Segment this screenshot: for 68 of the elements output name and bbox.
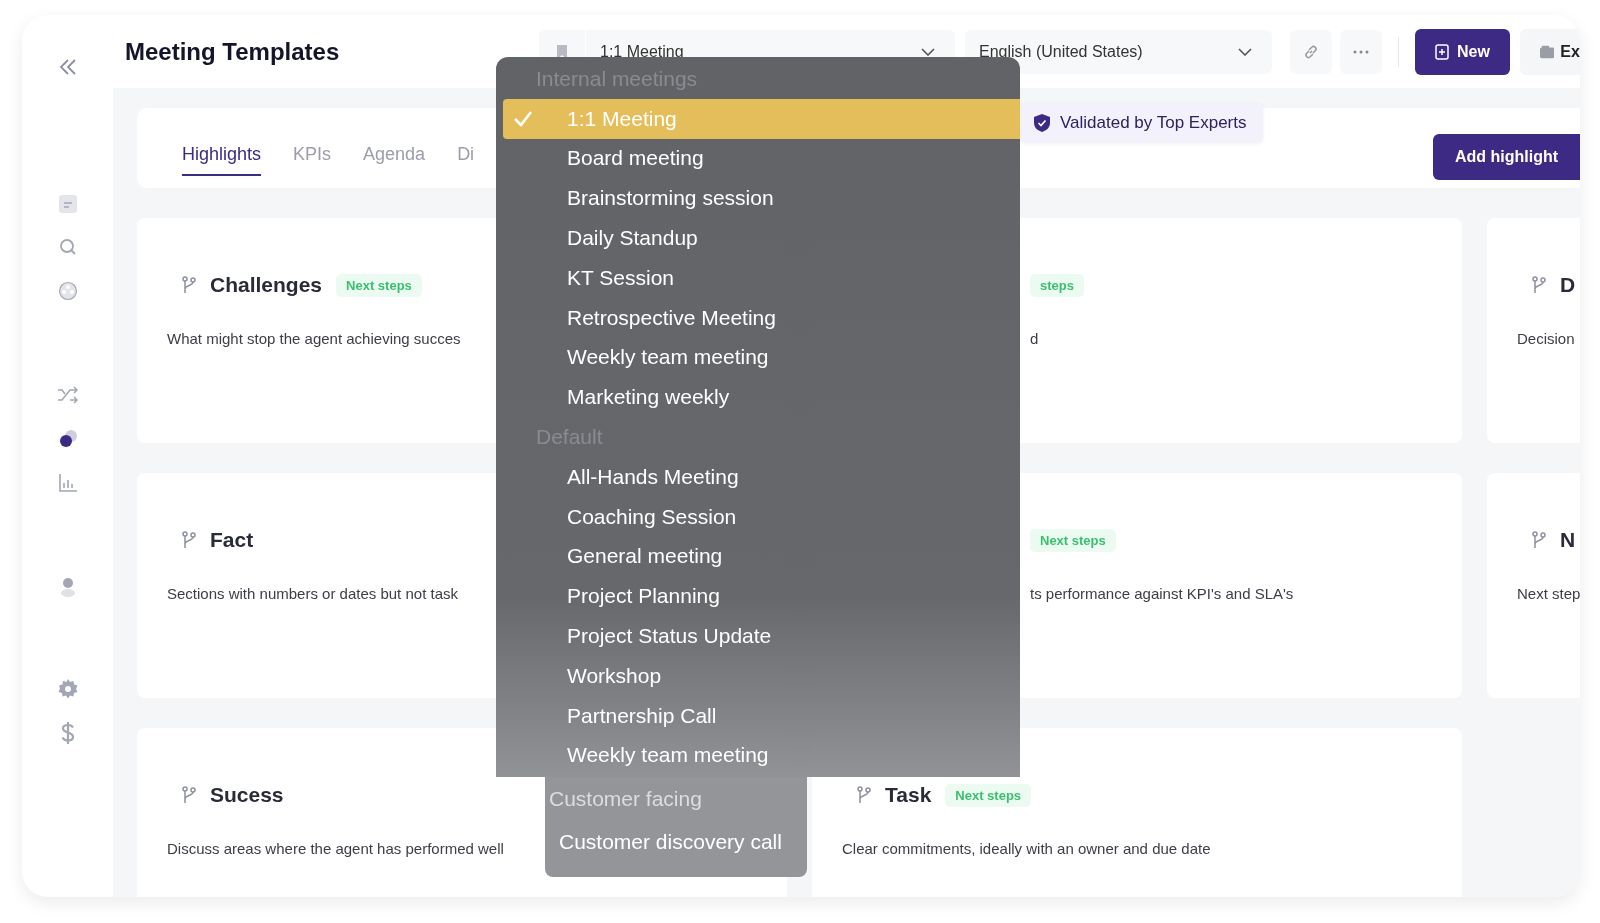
chevron-icon [1238,47,1252,56]
tag: Next steps [336,273,422,297]
menu-item[interactable]: Weekly team meeting [503,735,1020,776]
menu-item[interactable]: Marketing weekly [503,377,1020,418]
menu-item[interactable]: Project Status Update [503,616,1020,656]
person-icon[interactable] [58,577,77,597]
check-icon [513,109,533,128]
card-description: Clear commitments, ideally with an owner and due date [842,840,1211,857]
menu-item[interactable]: Project Planning [503,576,1020,617]
validated-label: Validated by Top Experts [1060,113,1247,133]
branch-icon [1532,276,1546,294]
card-title: Fact [210,528,254,552]
tag: steps [1030,273,1084,297]
card-description: Discuss areas where the agent has performed well [167,840,504,857]
menu-item[interactable]: Brainstorming session [503,178,1020,219]
menu-item[interactable]: General meeting [503,536,1020,577]
tag: Next steps [1030,528,1116,552]
card-title: Challenges [210,273,323,297]
menu-item[interactable]: Workshop [503,655,1020,696]
add-highlight-button[interactable]: Add highlight [1432,134,1580,180]
tab[interactable]: Highlights [182,134,262,176]
export-button[interactable]: Ex [1519,28,1580,75]
more-icon [1353,49,1369,54]
branch-icon [857,786,871,804]
collapse-icon[interactable] [57,58,78,76]
circles-icon[interactable] [57,429,78,449]
menu-item[interactable]: Partnership Call [503,695,1020,736]
chevron-icon [921,47,935,56]
branch-icon [182,786,196,804]
document-icon[interactable] [57,192,78,214]
group-heading: Customer facing [548,786,703,812]
card-description: What might stop the agent achieving succes [167,330,461,347]
tag: Next steps [945,783,1032,807]
search-icon[interactable] [58,238,77,256]
bar-chart-icon[interactable] [57,473,78,493]
reel-icon[interactable] [57,281,78,301]
card-description: Decision [1517,330,1575,347]
menu-item[interactable]: Retrospective Meeting [503,297,1020,338]
link-button[interactable] [1290,29,1332,74]
dollar-icon[interactable] [60,722,75,744]
card-description: d [1030,330,1039,347]
shield-check-icon [1034,114,1050,132]
menu-item[interactable]: All-Hands Meeting [503,456,1020,497]
menu-item[interactable]: Daily Standup [503,218,1020,258]
bookmark-icon [556,43,568,60]
plus-file-icon [1435,43,1449,60]
page-title: Meeting Templates [125,37,341,66]
menu-item[interactable]: Coaching Session [503,496,1020,537]
folder-icon [1539,44,1555,59]
link-icon [1303,43,1319,60]
card-description: Sections with numbers or dates but not task [167,585,458,602]
menu-item[interactable]: KT Session [503,258,1020,298]
new-button[interactable]: New [1415,28,1510,75]
menu-item[interactable]: Weekly team meeting [503,337,1020,378]
card-title: Sucess [210,783,284,807]
menu-item[interactable]: Customer discovery call [545,821,807,863]
language-select[interactable]: English (United States) [965,29,1272,74]
branch-icon [182,276,196,294]
card-title: N [1560,528,1576,552]
shuffle-icon[interactable] [56,386,79,404]
card-title: Task [885,783,932,807]
card-description: ts performance against KPI's and SLA's [1030,585,1294,602]
branch-icon [1532,531,1546,549]
card-description: Next step [1517,585,1580,602]
branch-icon [182,531,196,549]
card-title: D [1560,273,1576,297]
menu-item[interactable]: Board meeting [503,138,1020,179]
settings-icon[interactable] [57,679,78,699]
